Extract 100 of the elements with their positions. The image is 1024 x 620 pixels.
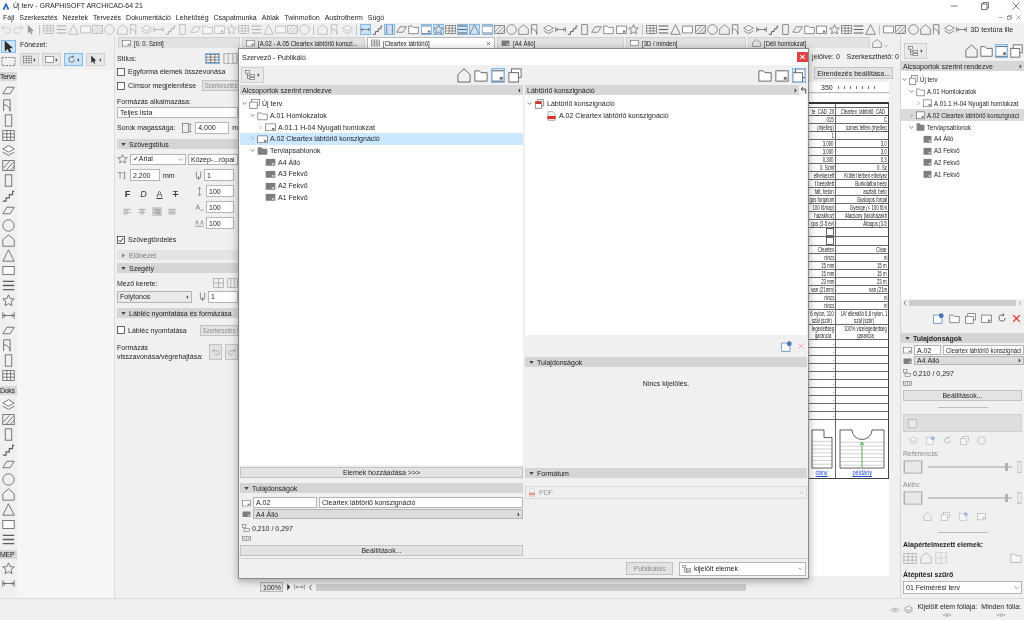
caret-down-icon[interactable]	[884, 44, 888, 48]
rectangle-icon[interactable]	[883, 24, 895, 35]
restore-icon[interactable]	[1007, 14, 1012, 20]
stairs-icon[interactable]	[371, 24, 383, 35]
cursor-icon[interactable]	[1, 40, 16, 53]
triangle-icon[interactable]	[865, 24, 877, 35]
star-icon[interactable]	[828, 24, 840, 35]
parallelogram-icon[interactable]	[591, 24, 603, 35]
rectangle-icon[interactable]	[2, 264, 15, 277]
lines-icon[interactable]	[2, 279, 15, 292]
redo-button[interactable]	[225, 344, 238, 360]
stairs-icon[interactable]	[2, 443, 15, 456]
eye-icon[interactable]	[890, 605, 901, 614]
text-style-button[interactable]: D	[138, 188, 149, 199]
chevron-right-icon[interactable]	[257, 124, 263, 130]
triangle-icon[interactable]	[469, 24, 481, 35]
parallelogram-icon[interactable]	[189, 24, 201, 35]
chevron-right-icon[interactable]	[909, 112, 914, 118]
align-button[interactable]	[137, 207, 147, 216]
table-icon[interactable]	[840, 24, 852, 35]
column-icon[interactable]	[779, 24, 791, 35]
structure-button[interactable]	[241, 67, 264, 83]
column-icon[interactable]	[2, 114, 15, 127]
text-style-button[interactable]: T	[170, 188, 181, 199]
rectangle-icon[interactable]	[682, 24, 694, 35]
dimension-icon[interactable]	[956, 24, 968, 35]
refresh-icon[interactable]	[997, 313, 1007, 323]
delete-icon[interactable]	[1012, 313, 1021, 323]
checkbox[interactable]	[117, 235, 125, 244]
close-icon[interactable]	[1012, 1, 1020, 10]
column-icon[interactable]	[579, 24, 591, 35]
chevron-down-icon[interactable]	[249, 113, 255, 119]
chevron-down-icon[interactable]	[526, 101, 532, 107]
square-icon[interactable]	[903, 460, 923, 474]
rectangle-icon[interactable]	[481, 24, 493, 35]
house-icon[interactable]	[2, 488, 15, 501]
star-icon[interactable]	[117, 154, 128, 164]
house-icon[interactable]	[965, 43, 978, 58]
chevron-down-icon[interactable]	[241, 101, 247, 107]
document-badge-icon[interactable]	[781, 340, 792, 352]
column-icon[interactable]	[2, 354, 15, 367]
door-icon[interactable]	[128, 24, 140, 35]
star-icon[interactable]	[432, 24, 444, 35]
stairs-icon[interactable]	[566, 24, 578, 35]
grid-icon[interactable]	[213, 278, 224, 288]
house-icon[interactable]	[718, 24, 730, 35]
slider-thumb[interactable]	[1004, 463, 1008, 471]
star-icon[interactable]	[2, 562, 15, 575]
sheet-icon[interactable]	[775, 67, 789, 83]
hatch-icon[interactable]	[493, 24, 505, 35]
chevron-down-icon[interactable]	[909, 124, 914, 130]
align-button[interactable]	[122, 207, 132, 216]
document-badge-icon[interactable]	[933, 312, 944, 324]
tool-option-button[interactable]	[86, 53, 105, 66]
circle-icon[interactable]	[505, 24, 517, 35]
square-icon[interactable]	[903, 491, 923, 505]
table-icon[interactable]	[2, 369, 15, 382]
sheet-stack-icon[interactable]	[792, 67, 806, 83]
dashed-rectangle-icon[interactable]	[1, 55, 16, 68]
chevron-down-icon[interactable]	[902, 77, 907, 83]
circle-icon[interactable]	[907, 24, 919, 35]
hatch-icon[interactable]	[2, 413, 15, 426]
chevron-down-icon[interactable]	[909, 89, 914, 95]
sheet-icon[interactable]	[981, 312, 992, 324]
column-icon[interactable]	[2, 428, 15, 441]
parallelogram-icon[interactable]	[2, 324, 15, 337]
door-icon[interactable]	[931, 24, 943, 35]
house-icon[interactable]	[919, 24, 931, 35]
dimension-icon[interactable]	[2, 577, 15, 590]
column-icon[interactable]	[2, 174, 15, 187]
parallelogram-icon[interactable]	[792, 24, 804, 35]
return-arrow-icon[interactable]	[800, 86, 807, 94]
table-icon[interactable]	[445, 24, 456, 35]
align-button[interactable]	[167, 207, 177, 216]
triangle-icon[interactable]	[670, 24, 682, 35]
restore-icon[interactable]	[981, 1, 989, 10]
door-icon[interactable]	[329, 24, 341, 35]
columns-icon[interactable]	[223, 53, 238, 64]
stairs-icon[interactable]	[2, 189, 15, 202]
dimension-icon[interactable]	[755, 24, 767, 35]
hatch-icon[interactable]	[895, 24, 907, 35]
hatch-icon[interactable]	[694, 24, 706, 35]
folder-icon[interactable]	[949, 312, 960, 324]
table-icon[interactable]	[205, 53, 220, 64]
layers-icon[interactable]	[743, 24, 755, 35]
eye-icon[interactable]	[996, 611, 1007, 618]
undo-button[interactable]	[209, 344, 222, 360]
square-icon[interactable]	[1017, 492, 1022, 504]
chevron-down-icon[interactable]	[249, 148, 255, 154]
lines-icon[interactable]	[853, 24, 864, 35]
sheet-stack-icon[interactable]	[965, 312, 976, 324]
checkbox[interactable]	[117, 67, 125, 76]
lines-icon[interactable]	[2, 533, 15, 546]
circle-icon[interactable]	[2, 219, 15, 232]
table-icon[interactable]	[645, 24, 657, 35]
sheet-icon[interactable]	[816, 24, 828, 35]
lines-icon[interactable]	[457, 24, 469, 35]
scrollbar[interactable]	[909, 300, 1016, 306]
eye-icon[interactable]	[942, 611, 953, 618]
sheet-icon[interactable]	[420, 24, 432, 35]
